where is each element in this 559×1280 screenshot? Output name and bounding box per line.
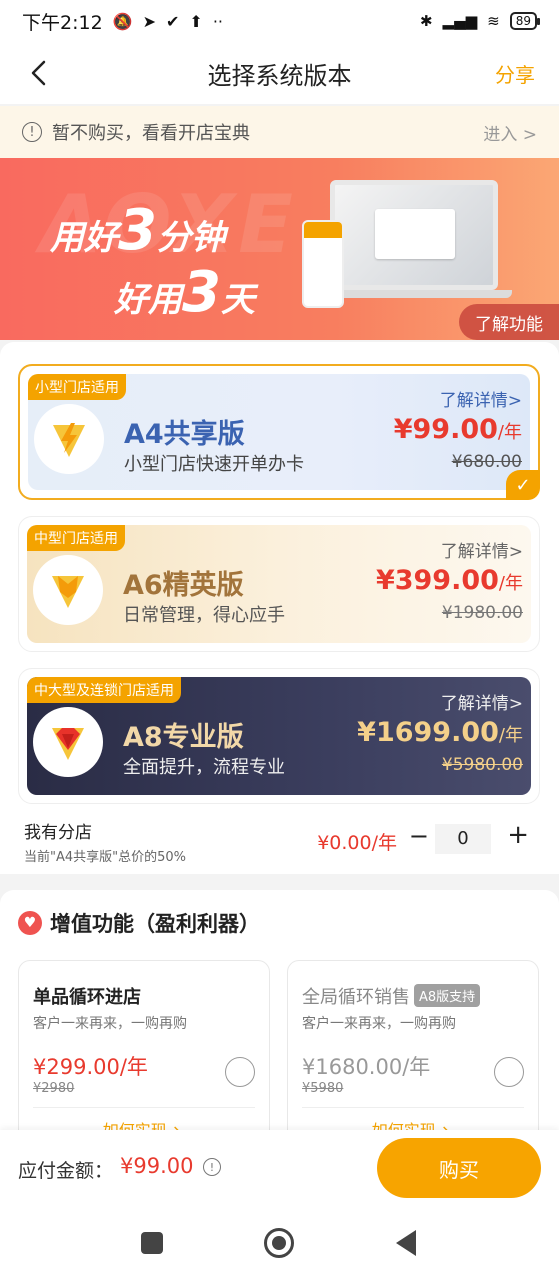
signal-icon: ▂▄▆ <box>442 12 478 30</box>
plan-card-a8[interactable]: 中大型及连锁门店适用 A8专业版 全面提升，流程专业 了解详情> ¥1699.0… <box>18 668 540 804</box>
increase-button[interactable]: + <box>507 820 529 850</box>
addon-subtitle: 客户一来再来，一购再购 <box>33 1016 187 1032</box>
how-to-link[interactable]: 如何实现 ↘ <box>288 1117 538 1130</box>
system-nav-bar <box>0 1208 559 1280</box>
learn-features-button[interactable]: 了解功能 <box>459 304 559 340</box>
a6-fox-logo-icon <box>33 555 103 625</box>
plan-tag: 中型门店适用 <box>27 525 125 551</box>
addon-original-price: ¥2980 <box>33 1081 75 1096</box>
task-icon: ✔ <box>166 11 180 31</box>
plan-tag: 小型门店适用 <box>28 374 126 400</box>
share-button[interactable]: 分享 <box>495 59 535 88</box>
quantity-stepper[interactable]: 0 <box>435 824 491 854</box>
wifi-icon: ≋ <box>487 12 500 30</box>
enter-link[interactable]: 进入 > <box>483 120 537 145</box>
heart-icon: ♥ <box>18 911 42 935</box>
addon-badge: A8版支持 <box>414 984 481 1007</box>
payable-amount: ¥99.00 <box>120 1154 194 1178</box>
how-to-link[interactable]: 如何实现 ↘ <box>19 1117 269 1130</box>
home-icon[interactable] <box>264 1228 294 1258</box>
addon-select-radio[interactable] <box>494 1057 524 1087</box>
a4-logo-icon <box>34 404 104 474</box>
plan-name: A8专业版 <box>123 722 244 753</box>
plan-original-price: ¥1980.00 <box>441 603 523 623</box>
divider <box>33 1107 255 1108</box>
plan-card-a6[interactable]: 中型门店适用 A6精英版 日常管理，得心应手 了解详情> ¥399.00/年 ¥… <box>18 516 540 652</box>
selected-check-icon: ✓ <box>506 470 540 500</box>
info-icon: ! <box>22 122 42 142</box>
plan-desc: 全面提升，流程专业 <box>123 757 285 778</box>
addon-price: ¥299.00/年 <box>33 1055 148 1079</box>
addon-title: 全局循环销售 A8版支持 <box>302 983 481 1009</box>
system-back-icon[interactable] <box>396 1230 416 1256</box>
battery-icon: 89 <box>509 12 541 30</box>
plan-desc: 日常管理，得心应手 <box>123 605 285 626</box>
promo-banner: AOXE 用好3分钟 好用3天 了解功能 <box>0 158 559 340</box>
banner-slogan-2: 好用3天 <box>114 260 255 325</box>
payable-label: 应付金额： <box>18 1160 114 1182</box>
guide-tip-text: 暂不购买，看看开店宝典 <box>52 123 250 144</box>
status-bar: 下午2:12 🔕 ➤ ✔ ⬆ ·· ✱ ▂▄▆ ≋ 89 <box>0 0 559 42</box>
recents-icon[interactable] <box>141 1232 163 1254</box>
addon-card[interactable]: 全局循环销售 A8版支持 客户一来再来，一购再购 ¥1680.00/年 ¥5980… <box>287 960 539 1130</box>
plan-price: ¥1699.00/年 <box>357 717 523 748</box>
branch-price: ¥0.00/年 <box>317 832 397 854</box>
guide-tip-bar[interactable]: ! 暂不购买，看看开店宝典 进入 > <box>0 106 559 158</box>
plan-original-price: ¥5980.00 <box>441 755 523 775</box>
buy-button[interactable]: 购买 <box>377 1138 541 1198</box>
info-icon[interactable]: ! <box>203 1158 221 1176</box>
plan-detail-link[interactable]: 了解详情> <box>441 689 523 714</box>
telegram-icon: ➤ <box>142 11 156 31</box>
plan-tag: 中大型及连锁门店适用 <box>27 677 181 703</box>
addon-title: 单品循环进店 <box>33 987 141 1008</box>
plan-original-price: ¥680.00 <box>451 452 522 472</box>
plan-detail-link[interactable]: 了解详情> <box>440 386 522 411</box>
mute-icon: 🔕 <box>112 11 133 31</box>
branch-title: 我有分店 <box>24 823 92 843</box>
plan-price: ¥399.00/年 <box>375 565 523 596</box>
upload-icon: ⬆ <box>189 11 203 31</box>
addon-subtitle: 客户一来再来，一购再购 <box>302 1016 456 1032</box>
nav-bar: 选择系统版本 分享 <box>0 42 559 104</box>
payment-bar: 应付金额： ¥99.00 ! 购买 <box>0 1130 559 1208</box>
divider <box>302 1107 524 1108</box>
plan-section: 小型门店适用 A4共享版 小型门店快速开单办卡 了解详情> ¥99.00/年 ¥… <box>0 342 559 874</box>
plan-desc: 小型门店快速开单办卡 <box>124 454 304 475</box>
laptop-illustration <box>330 180 498 290</box>
plan-name: A6精英版 <box>123 570 244 601</box>
addon-price: ¥1680.00/年 <box>302 1055 431 1079</box>
laptop-base <box>318 290 512 298</box>
addon-original-price: ¥5980 <box>302 1081 344 1096</box>
a8-gem-logo-icon <box>33 707 103 777</box>
bluetooth-icon: ✱ <box>419 12 433 30</box>
value-added-heading: ♥ 增值功能（盈利利器） <box>18 908 260 938</box>
status-time: 下午2:12 <box>22 11 103 34</box>
phone-illustration <box>302 220 344 308</box>
more-icon: ·· <box>212 11 223 31</box>
addon-card[interactable]: 单品循环进店 客户一来再来，一购再购 ¥299.00/年 ¥2980 如何实现 … <box>18 960 270 1130</box>
back-arrow-icon[interactable] <box>24 56 54 90</box>
plan-card-a4[interactable]: 小型门店适用 A4共享版 小型门店快速开单办卡 了解详情> ¥99.00/年 ¥… <box>18 364 540 500</box>
plan-detail-link[interactable]: 了解详情> <box>441 537 523 562</box>
plan-price: ¥99.00/年 <box>393 414 522 445</box>
page-title: 选择系统版本 <box>207 61 352 90</box>
plan-name: A4共享版 <box>124 419 245 450</box>
branch-store-row: 我有分店 当前"A4共享版"总价的50% ¥0.00/年 − 0 + <box>22 816 537 866</box>
branch-subtitle: 当前"A4共享版"总价的50% <box>24 850 187 865</box>
value-added-section: ♥ 增值功能（盈利利器） 单品循环进店 客户一来再来，一购再购 ¥299.00/… <box>0 890 559 1130</box>
addon-select-radio[interactable] <box>225 1057 255 1087</box>
decrease-button[interactable]: − <box>409 822 429 850</box>
banner-slogan-1: 用好3分钟 <box>50 198 225 263</box>
notification-icons: 🔕 ➤ ✔ ⬆ ·· <box>113 12 223 31</box>
